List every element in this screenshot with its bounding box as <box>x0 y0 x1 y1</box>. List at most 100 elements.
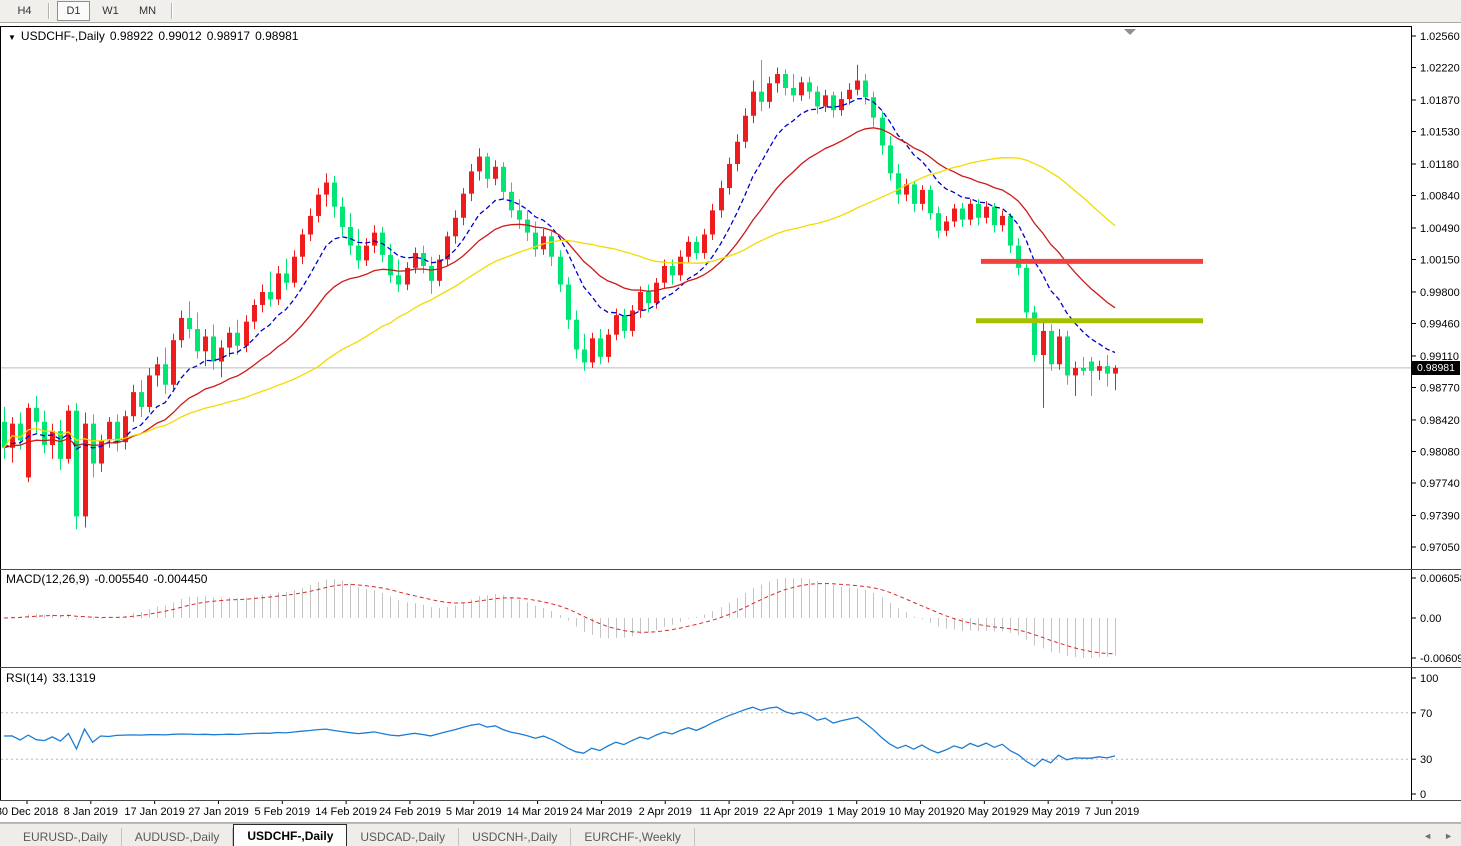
macd-axis-label: -0.006096 <box>1420 653 1461 665</box>
price-axis-label: 1.01180 <box>1420 159 1459 171</box>
date-axis-label: 14 Mar 2019 <box>507 806 569 818</box>
price-axis-label: 1.00840 <box>1420 191 1460 203</box>
candle-bear <box>815 92 820 107</box>
candle-bull <box>461 194 466 218</box>
tab-eurusd-daily[interactable]: EURUSD-,Daily <box>10 828 122 846</box>
candle-bull <box>453 218 458 237</box>
tab-usdcad-daily[interactable]: USDCAD-,Daily <box>347 828 459 846</box>
candle-bull <box>244 322 249 346</box>
candle-bear <box>1105 366 1110 373</box>
candle-bear <box>670 266 675 275</box>
timeframe-button-mn[interactable]: MN <box>131 1 164 21</box>
date-axis-label: 5 Mar 2019 <box>446 806 502 818</box>
candle-bull <box>1097 366 1102 371</box>
tab-eurchf-weekly[interactable]: EURCHF-,Weekly <box>571 828 694 846</box>
date-axis-label: 29 May 2019 <box>1016 806 1080 818</box>
candle-bear <box>1089 362 1094 371</box>
candle-bear <box>759 92 764 102</box>
candle-bull <box>702 234 707 253</box>
candle-bull <box>155 364 160 375</box>
rsi-axis-label: 70 <box>1420 708 1432 720</box>
candle-bull <box>324 183 329 195</box>
chart-canvas[interactable]: 1.025601.022201.018701.015301.011801.008… <box>0 0 1461 846</box>
candle-bear <box>485 157 490 179</box>
price-axis-label: 0.98080 <box>1420 446 1460 458</box>
rsi-value: 33.1319 <box>52 671 95 685</box>
candle-bear <box>582 349 587 362</box>
timeframe-button-d1[interactable]: D1 <box>57 1 90 21</box>
candle-bear <box>936 213 941 231</box>
candle-bull <box>638 292 643 311</box>
candle-bull <box>276 273 281 299</box>
timeframe-button-h4[interactable]: H4 <box>8 1 41 21</box>
candle-bull <box>171 340 176 385</box>
candle-bear <box>396 275 401 284</box>
candle-bear <box>429 266 434 281</box>
candle-bull <box>735 142 740 164</box>
date-axis-label: 27 Jan 2019 <box>188 806 249 818</box>
date-axis-label: 22 Apr 2019 <box>763 806 822 818</box>
date-axis-label: 30 Dec 2018 <box>0 806 58 818</box>
candle-bull <box>678 257 683 276</box>
candle-bull <box>751 92 756 116</box>
candle-bull <box>719 188 724 210</box>
candle-bear <box>501 167 506 192</box>
candle-bear <box>863 81 868 98</box>
candle-bull <box>767 83 772 102</box>
date-axis-label: 14 Feb 2019 <box>315 806 377 818</box>
candle-bear <box>976 204 981 218</box>
date-axis-label: 17 Jan 2019 <box>124 806 185 818</box>
candle-bear <box>871 97 876 117</box>
symbol-list-toggle-icon[interactable]: ▼ <box>8 33 16 42</box>
candle-bull <box>477 157 482 172</box>
candle-bear <box>1049 331 1054 364</box>
candle-bull <box>614 315 619 334</box>
candle-bear <box>574 320 579 350</box>
candle-bear <box>1024 268 1029 313</box>
tab-usdcnh-daily[interactable]: USDCNH-,Daily <box>459 828 571 846</box>
candle-bear <box>388 255 393 275</box>
macd-label: MACD(12,26,9) -0.005540 -0.004450 <box>6 572 207 586</box>
ohlc-open: 0.98922 <box>110 29 153 43</box>
date-axis-label: 10 May 2019 <box>889 806 953 818</box>
candle-bear <box>235 333 240 346</box>
candle-bear <box>195 329 200 351</box>
candle-bear <box>42 422 47 445</box>
candle-bear <box>831 95 836 110</box>
ohlc-close: 0.98981 <box>255 29 298 43</box>
candle-bear <box>992 207 997 226</box>
candle-bull <box>1041 331 1046 355</box>
candle-bear <box>268 292 273 299</box>
candle-bull <box>364 246 369 261</box>
candle-bull <box>727 164 732 188</box>
candle-bull <box>606 335 611 357</box>
candle-bull <box>855 81 860 90</box>
date-axis-label: 7 Jun 2019 <box>1085 806 1139 818</box>
candle-bear <box>139 392 144 407</box>
price-axis-label: 0.99460 <box>1420 318 1460 330</box>
candle-bear <box>340 207 345 227</box>
rsi-axis-label: 30 <box>1420 754 1432 766</box>
tab-scroll-right-icon[interactable]: ► <box>1444 831 1453 841</box>
candle-bull <box>952 208 957 221</box>
timeframe-button-w1[interactable]: W1 <box>94 1 127 21</box>
macd-axis-label: 0.006058 <box>1420 573 1461 585</box>
candle-bear <box>880 118 885 146</box>
tab-scroll-arrows: ◄ ► <box>1423 831 1453 841</box>
candle-bull <box>1073 368 1078 375</box>
tab-usdchf-daily[interactable]: USDCHF-,Daily <box>233 824 347 846</box>
candle-bull <box>493 167 498 179</box>
candle-bear <box>694 242 699 253</box>
candle-bear <box>960 208 965 219</box>
candle-bull <box>316 195 321 216</box>
candle-bull <box>292 257 297 283</box>
candle-bear <box>332 183 337 207</box>
rsi-axis-label: 100 <box>1420 673 1438 685</box>
tab-audusd-daily[interactable]: AUDUSD-,Daily <box>122 828 234 846</box>
candle-bear <box>807 82 812 91</box>
candle-bull <box>968 204 973 220</box>
candle-bull <box>1113 368 1118 374</box>
tab-scroll-left-icon[interactable]: ◄ <box>1423 831 1432 841</box>
candle-bull <box>107 422 112 441</box>
candle-bull <box>372 233 377 246</box>
